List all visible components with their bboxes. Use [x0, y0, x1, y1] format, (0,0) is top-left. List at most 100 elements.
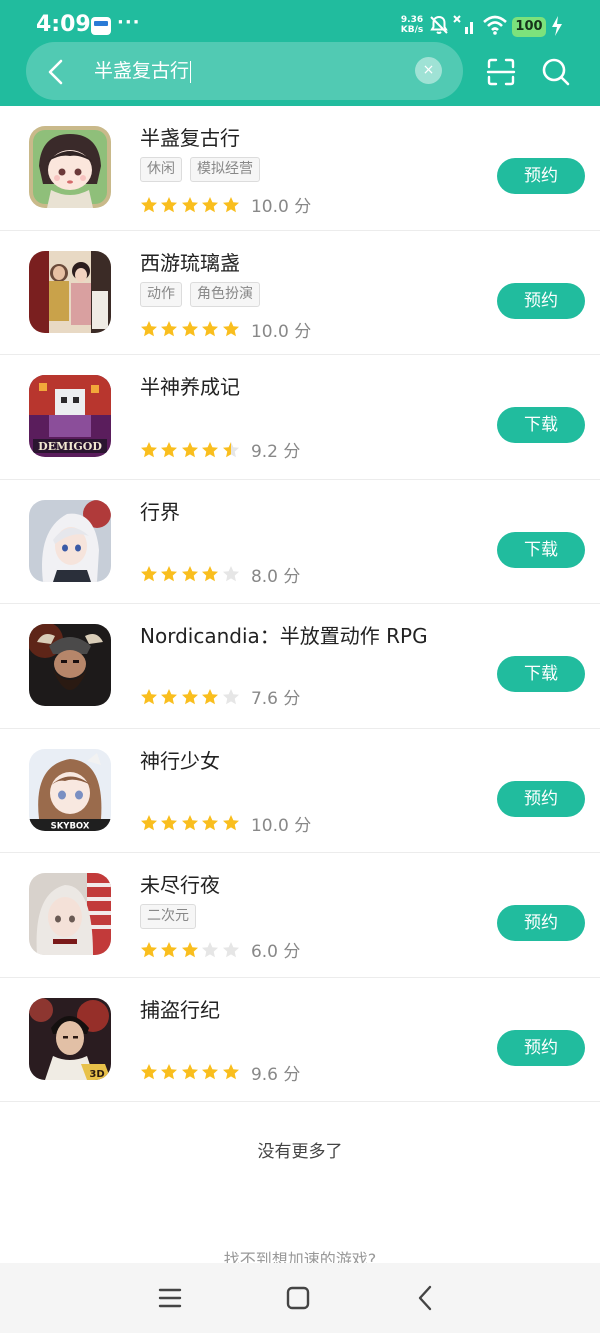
- game-title[interactable]: 半神养成记: [140, 371, 240, 400]
- game-icon-demigod-pixel[interactable]: DEMIGOD: [29, 375, 111, 457]
- game-icon-viking-warrior[interactable]: [29, 624, 111, 706]
- star-icon: [141, 566, 157, 582]
- star-icon: [202, 688, 219, 704]
- system-navigation-bar: [0, 1263, 600, 1333]
- download-button[interactable]: 下载: [497, 407, 585, 443]
- list-item[interactable]: 半盏复古行 休闲 模拟经营 10.0 分 预约: [0, 106, 600, 231]
- star-icon: [222, 1064, 239, 1080]
- bell-muted-icon: [430, 15, 448, 34]
- list-item[interactable]: 西游琉璃盏 动作 角色扮演 10.0 分 预约: [0, 231, 600, 355]
- star-icon: [161, 688, 178, 704]
- tag-list: 休闲 模拟经营: [140, 157, 260, 182]
- search-bar[interactable]: [26, 42, 463, 100]
- text-cursor: [190, 60, 192, 83]
- game-title[interactable]: 西游琉璃盏: [140, 247, 240, 276]
- star-icon: [141, 941, 157, 957]
- list-item[interactable]: 行界 8.0 分 下载: [0, 480, 600, 604]
- star-icon: [202, 941, 219, 957]
- star-icon: [181, 321, 198, 337]
- rating: 6.0 分: [140, 937, 300, 962]
- rating: 9.6 分: [140, 1060, 300, 1085]
- game-icon-silver-hair-girl[interactable]: [29, 499, 111, 582]
- rating: 7.6 分: [140, 684, 300, 709]
- game-title[interactable]: 未尽行夜: [140, 869, 220, 898]
- game-title[interactable]: Nordicandia：半放置动作 RPG: [140, 620, 428, 649]
- star-icon: [202, 321, 219, 337]
- star-icon: [181, 941, 198, 957]
- game-icon-skybox-girl[interactable]: SKYBOX: [29, 748, 111, 831]
- star-icon: [222, 566, 239, 582]
- list-item[interactable]: 3D 捕盗行纪 9.6 分 预约: [0, 978, 600, 1102]
- back-icon[interactable]: [409, 1281, 443, 1315]
- tag-list: 二次元: [140, 904, 196, 929]
- game-icon-journey-characters[interactable]: [29, 250, 111, 333]
- star-icon: [202, 566, 219, 582]
- star-icon: [181, 688, 198, 704]
- search-input[interactable]: 半盏复古行: [94, 58, 192, 84]
- game-title[interactable]: 半盏复古行: [140, 122, 240, 151]
- reserve-button[interactable]: 预约: [497, 282, 585, 319]
- menu-icon[interactable]: [153, 1281, 187, 1315]
- game-title[interactable]: 行界: [140, 496, 180, 525]
- star-icon: [202, 1064, 219, 1080]
- game-title[interactable]: 神行少女: [140, 745, 220, 774]
- star-icon: [161, 1064, 178, 1080]
- rating-score: 9.6 分: [250, 1064, 301, 1085]
- rating: 10.0 分: [140, 192, 311, 217]
- star-icon: [181, 566, 198, 582]
- status-more-dots: ···: [117, 12, 141, 33]
- status-bar: 4:09 ··· 9.36 KB/s 100: [0, 0, 600, 48]
- no-more-results: 没有更多了: [257, 1142, 343, 1162]
- home-icon[interactable]: [281, 1281, 315, 1315]
- star-icon: [161, 196, 178, 212]
- star-icon: [141, 441, 157, 457]
- rating-score: 7.6 分: [250, 689, 301, 709]
- network-speed-value: 9.36: [400, 15, 424, 25]
- rating: 9.2 分: [140, 437, 300, 462]
- reserve-button[interactable]: 预约: [497, 780, 585, 817]
- game-icon-swordsman-3d[interactable]: 3D: [29, 997, 111, 1080]
- reserve-button[interactable]: 预约: [497, 905, 585, 941]
- tag: 角色扮演: [190, 281, 260, 307]
- star-icon: [202, 196, 219, 212]
- download-button[interactable]: 下载: [497, 531, 585, 568]
- search-icon[interactable]: [540, 56, 572, 88]
- clear-search-button[interactable]: ×: [415, 57, 442, 84]
- rating: 10.0 分: [140, 317, 311, 342]
- rating-score: 8.0 分: [250, 566, 301, 587]
- tag: 休闲: [140, 157, 182, 182]
- charging-icon: [552, 16, 562, 36]
- scan-icon[interactable]: [485, 56, 517, 88]
- list-item[interactable]: SKYBOX 神行少女 10.0 分 预约: [0, 729, 600, 853]
- star-icon: [141, 815, 157, 831]
- star-icon: [141, 688, 157, 704]
- game-icon-white-hair-girl[interactable]: [29, 873, 111, 955]
- rating: 10.0 分: [140, 811, 311, 836]
- rating-score: 10.0 分: [250, 197, 312, 217]
- star-icon: [161, 566, 178, 582]
- list-item[interactable]: Nordicandia：半放置动作 RPG 7.6 分 下载: [0, 604, 600, 729]
- reserve-button[interactable]: 预约: [497, 1029, 585, 1066]
- 3d-badge-text: 3D: [89, 1069, 104, 1080]
- star-icon: [222, 688, 239, 704]
- star-icon: [141, 321, 157, 337]
- back-arrow-icon[interactable]: [40, 56, 72, 88]
- battery-indicator: 100: [512, 17, 546, 37]
- star-icon: [161, 941, 178, 957]
- demigod-logo-text: DEMIGOD: [38, 440, 102, 453]
- star-icon: [181, 441, 198, 457]
- game-icon-chibi-girl[interactable]: [29, 126, 111, 208]
- list-item[interactable]: DEMIGOD 半神养成记 9.2 分 下载: [0, 355, 600, 480]
- star-icon: [141, 1064, 157, 1080]
- skybox-logo-text: SKYBOX: [51, 821, 90, 831]
- list-item[interactable]: 未尽行夜 二次元 6.0 分 预约: [0, 853, 600, 978]
- game-title[interactable]: 捕盗行纪: [140, 994, 220, 1023]
- rating-score: 9.2 分: [250, 442, 301, 462]
- star-icon: [181, 815, 198, 831]
- network-speed-unit: KB/s: [400, 25, 424, 35]
- download-button[interactable]: 下载: [497, 656, 585, 692]
- reserve-button[interactable]: 预约: [497, 158, 585, 194]
- rating: 8.0 分: [140, 562, 300, 587]
- tag: 模拟经营: [190, 157, 260, 182]
- star-icon: [222, 441, 239, 457]
